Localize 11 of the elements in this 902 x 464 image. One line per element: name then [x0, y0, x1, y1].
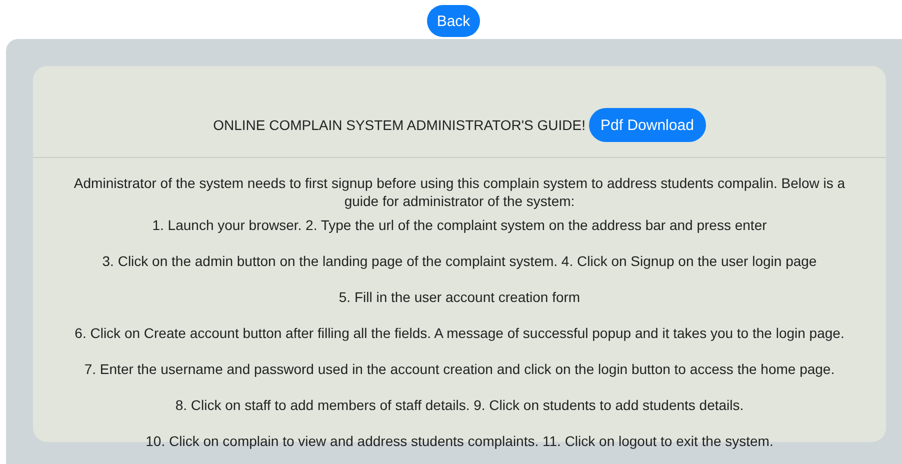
guide-step: 10. Click on complain to view and address students complaints. 11. Click on logout to exit the system.	[57, 432, 862, 450]
pdf-download-button[interactable]: Pdf Download	[588, 108, 706, 142]
back-button[interactable]: Back	[426, 5, 480, 37]
guide-step: 3. Click on the admin button on the landing page of the complaint system. 4. Click on Signup on the user login page	[57, 252, 862, 270]
intro-text: Administrator of the system needs to first signup before using this complain system to address students compalin. Below is a guide for administrator of the system:	[72, 174, 846, 210]
guide-step: 7. Enter the username and password used in the account creation and click on the login button to access the home page.	[57, 360, 862, 378]
guide-step: 6. Click on Create account button after filling all the fields. A message of successful popup and it takes you to the login page.	[57, 324, 862, 342]
guide-step: 8. Click on staff to add members of staff details. 9. Click on students to add students details.	[57, 396, 862, 414]
guide-step: 5. Fill in the user account creation form	[57, 288, 862, 306]
guide-title: ONLINE COMPLAIN SYSTEM ADMINISTRATOR'S GUIDE!	[213, 117, 586, 133]
guide-step: 1. Launch your browser. 2. Type the url of the complaint system on the address bar and press enter	[57, 216, 862, 234]
